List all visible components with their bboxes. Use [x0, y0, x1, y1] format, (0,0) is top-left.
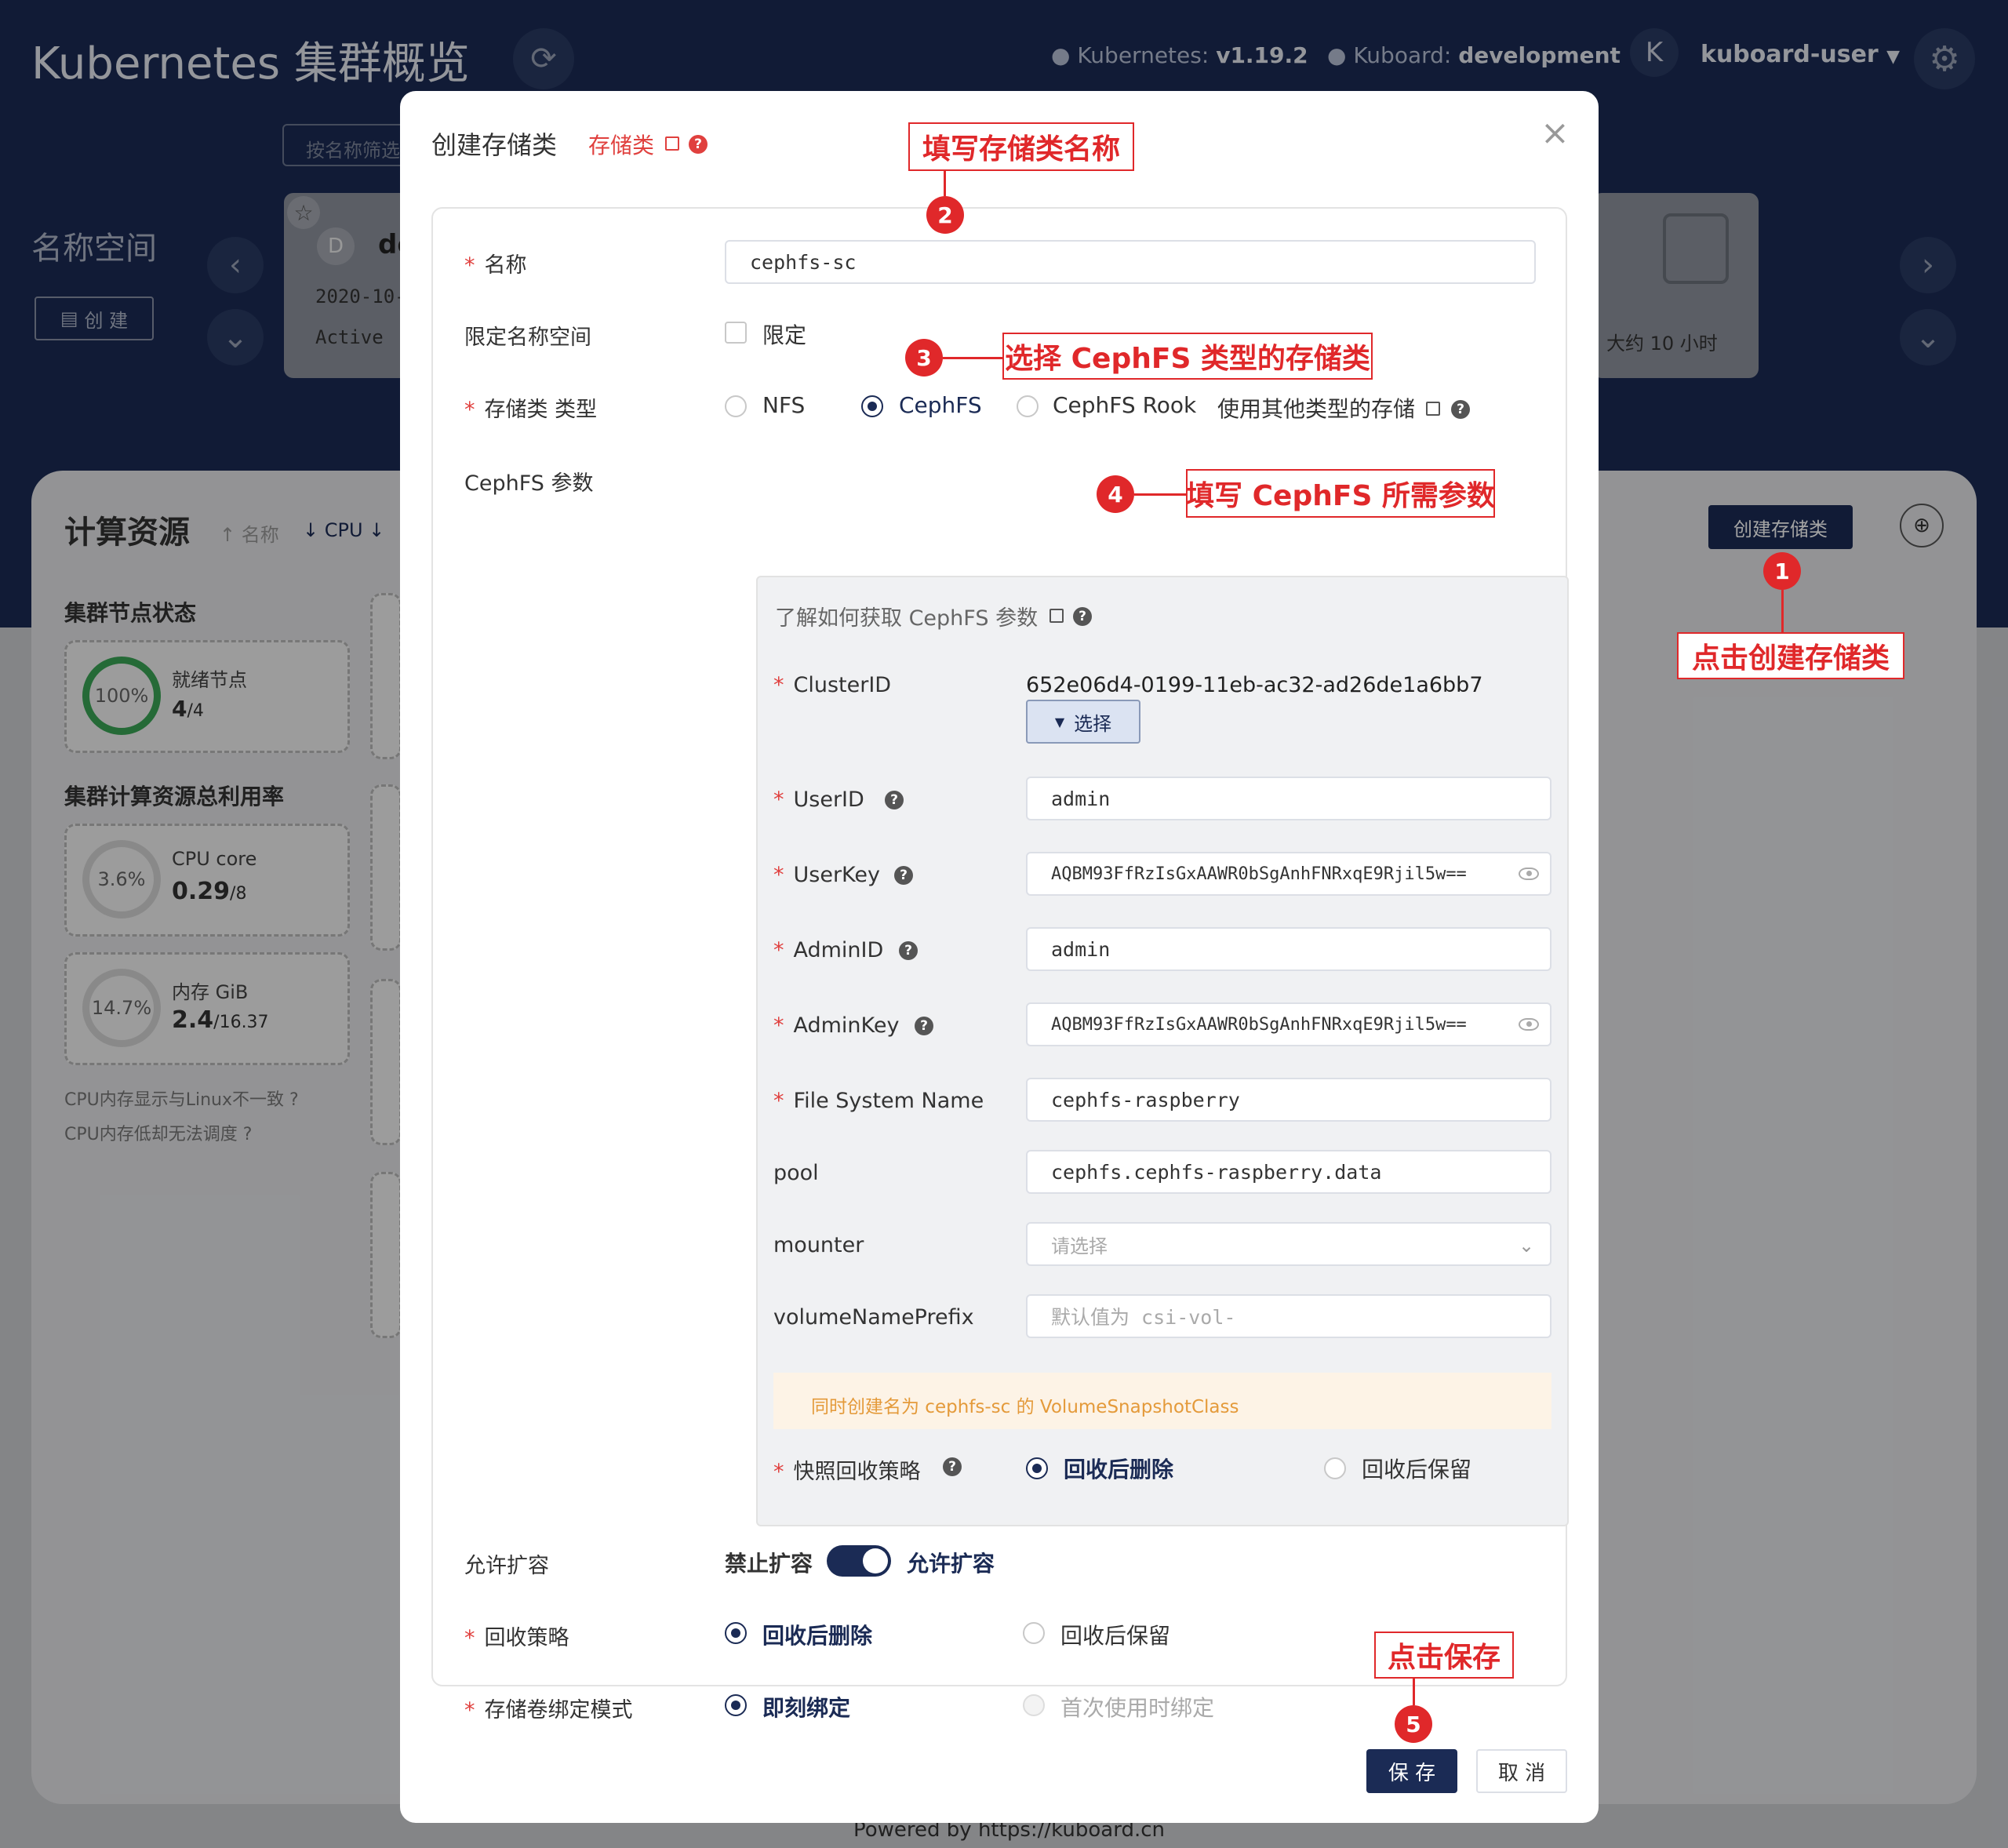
- snapshot-notice: 同时创建名为 cephfs-sc 的 VolumeSnapshotClass: [773, 1373, 1551, 1429]
- limit-namespace-text: 限定: [762, 322, 807, 348]
- type-cephfs-label: CephFS: [899, 392, 982, 418]
- help-icon[interactable]: ?: [943, 1457, 962, 1476]
- reclaim-retain-label: 回收后保留: [1060, 1623, 1171, 1649]
- annotation-3-label: 选择 CephFS 类型的存储类: [1002, 333, 1373, 380]
- reclaim-delete-label: 回收后删除: [762, 1623, 873, 1649]
- expand-toggle[interactable]: [827, 1545, 891, 1577]
- save-button[interactable]: 保 存: [1366, 1749, 1457, 1793]
- snapshot-policy-label: * 快照回收策略: [773, 1460, 921, 1484]
- limit-namespace-label: 限定名称空间: [464, 326, 591, 350]
- annotation-5-marker: 5: [1395, 1705, 1432, 1743]
- help-icon[interactable]: ?: [1073, 607, 1092, 626]
- external-link-icon: [1049, 609, 1064, 623]
- annotation-5-line: [1413, 1679, 1415, 1705]
- type-nfs-label: NFS: [762, 392, 806, 418]
- reclaim-delete-radio[interactable]: [725, 1622, 747, 1644]
- annotation-1-label: 点击创建存储类: [1677, 632, 1904, 679]
- caret-down-icon: ▼: [1054, 714, 1065, 729]
- expand-on-label: 允许扩容: [907, 1551, 995, 1577]
- cluster-id-label: * ClusterID: [773, 673, 892, 697]
- cephfs-params-label: CephFS 参数: [464, 471, 594, 496]
- name-input[interactable]: cephfs-sc: [725, 240, 1536, 284]
- dialog-title: 创建存储类: [431, 130, 558, 160]
- fs-name-label: * File System Name: [773, 1089, 984, 1113]
- user-key-label: * UserKey: [773, 863, 880, 887]
- snapshot-retain-radio[interactable]: [1324, 1457, 1346, 1479]
- help-icon[interactable]: ?: [1451, 400, 1470, 419]
- storage-class-doc-link[interactable]: 存储类: [588, 129, 654, 160]
- type-cephfs-rook-label: CephFS Rook: [1053, 392, 1197, 418]
- admin-id-label: * AdminID: [773, 938, 884, 962]
- name-label: * 名称: [464, 253, 527, 278]
- mounter-select[interactable]: 请选择: [1026, 1222, 1551, 1266]
- help-icon[interactable]: ?: [899, 941, 918, 960]
- eye-icon[interactable]: [1519, 1018, 1539, 1031]
- annotation-2-line: [944, 171, 946, 196]
- annotation-3-marker: 3: [905, 339, 943, 377]
- annotation-5-label: 点击保存: [1374, 1632, 1514, 1679]
- eye-icon[interactable]: [1519, 868, 1539, 880]
- snapshot-delete-radio[interactable]: [1026, 1457, 1048, 1479]
- cluster-id-value: 652e06d4-0199-11eb-ac32-ad26de1a6bb7: [1026, 673, 1483, 697]
- other-storage-link[interactable]: 使用其他类型的存储: [1217, 392, 1415, 424]
- external-link-icon: [1426, 402, 1440, 416]
- help-icon[interactable]: ?: [915, 1017, 933, 1035]
- type-label: * 存储类 类型: [464, 398, 598, 422]
- user-id-input[interactable]: admin: [1026, 777, 1551, 820]
- cluster-select-button[interactable]: ▼ 选择: [1026, 700, 1140, 744]
- annotation-4-marker: 4: [1097, 475, 1134, 513]
- fs-name-input[interactable]: cephfs-raspberry: [1026, 1078, 1551, 1122]
- type-cephfs-rook-radio[interactable]: [1017, 395, 1039, 417]
- annotation-2-marker: 2: [926, 196, 964, 234]
- create-storage-class-dialog: 创建存储类 存储类 ? × * 名称 cephfs-sc 限定名称空间 限定 * 存…: [400, 91, 1599, 1823]
- snapshot-delete-label: 回收后删除: [1064, 1457, 1174, 1482]
- annotation-3-line: [943, 357, 1004, 359]
- annotation-4-line: [1134, 493, 1188, 496]
- annotation-2-label: 填写存储类名称: [908, 122, 1134, 171]
- help-icon[interactable]: ?: [885, 791, 904, 809]
- annotation-4-label: 填写 CephFS 所需参数: [1186, 469, 1495, 518]
- reclaim-label: * 回收策略: [464, 1626, 569, 1650]
- expand-label: 允许扩容: [464, 1554, 549, 1578]
- type-cephfs-radio[interactable]: [861, 395, 883, 417]
- pool-label: pool: [773, 1161, 819, 1185]
- pool-input[interactable]: cephfs.cephfs-raspberry.data: [1026, 1150, 1551, 1194]
- help-icon[interactable]: ?: [689, 135, 708, 154]
- binding-first-use-radio[interactable]: [1023, 1694, 1045, 1716]
- binding-immediate-radio[interactable]: [725, 1694, 747, 1716]
- expand-off-label: 禁止扩容: [725, 1551, 813, 1577]
- limit-namespace-checkbox[interactable]: [725, 322, 747, 344]
- reclaim-retain-radio[interactable]: [1023, 1622, 1045, 1644]
- binding-immediate-label: 即刻绑定: [762, 1695, 851, 1721]
- params-help-link[interactable]: 了解如何获取 CephFS 参数: [775, 601, 1038, 631]
- external-link-icon: [665, 136, 679, 151]
- mounter-label: mounter: [773, 1233, 864, 1257]
- admin-key-input[interactable]: AQBM93FfRzIsGxAAWR0bSgAnhFNRxqE9Rjil5w==: [1026, 1002, 1551, 1046]
- admin-id-input[interactable]: admin: [1026, 927, 1551, 971]
- snapshot-retain-label: 回收后保留: [1362, 1457, 1472, 1482]
- annotation-1-marker: 1: [1763, 552, 1801, 590]
- toggle-knob: [863, 1548, 888, 1573]
- cephfs-params-panel: 了解如何获取 CephFS 参数 ? * ClusterID 652e06d4-0…: [756, 576, 1569, 1526]
- binding-label: * 存储卷绑定模式: [464, 1698, 633, 1722]
- admin-key-label: * AdminKey: [773, 1013, 900, 1038]
- type-nfs-radio[interactable]: [725, 395, 747, 417]
- cancel-button[interactable]: 取 消: [1476, 1749, 1567, 1793]
- user-id-label: * UserID: [773, 788, 864, 812]
- binding-first-use-label: 首次使用时绑定: [1060, 1695, 1215, 1721]
- help-icon[interactable]: ?: [894, 866, 913, 885]
- volume-prefix-label: volumeNamePrefix: [773, 1305, 974, 1330]
- close-icon[interactable]: ×: [1541, 113, 1570, 153]
- volume-prefix-input[interactable]: 默认值为 csi-vol-: [1026, 1294, 1551, 1338]
- user-key-input[interactable]: AQBM93FfRzIsGxAAWR0bSgAnhFNRxqE9Rjil5w==: [1026, 852, 1551, 896]
- chevron-down-icon: ⌄: [1519, 1235, 1535, 1257]
- form-body: * 名称 cephfs-sc 限定名称空间 限定 * 存储类 类型 NFS Ceph…: [431, 207, 1569, 1722]
- annotation-1-line: [1781, 590, 1784, 634]
